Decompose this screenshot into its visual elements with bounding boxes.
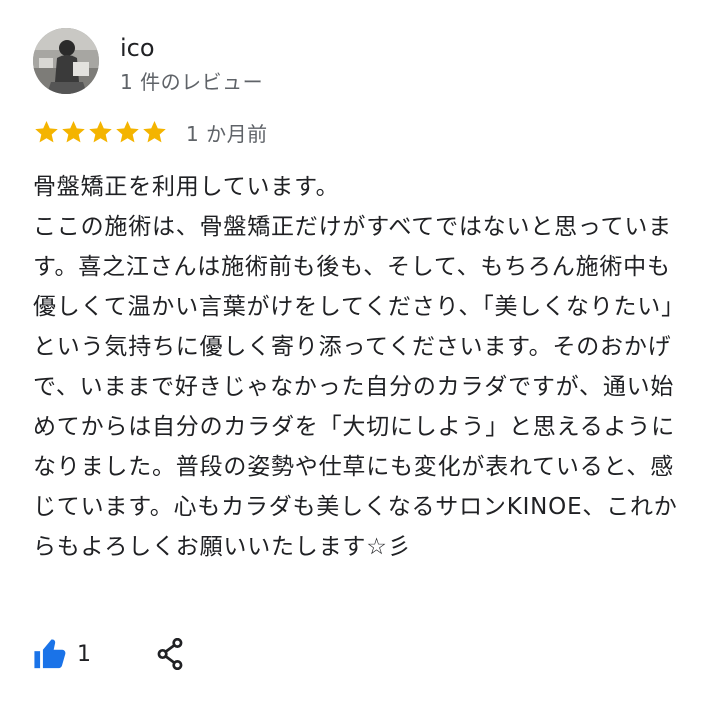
thumbs-up-icon	[34, 639, 66, 669]
profile-photo	[33, 28, 99, 94]
reviewer-name[interactable]: ico	[120, 33, 155, 63]
review-actions: 1	[33, 636, 185, 672]
like-button[interactable]: 1	[33, 638, 91, 670]
review-card: ico 1 件のレビュー 1 か月前 骨盤矯正を利用しています。 ここの施術は、…	[0, 0, 720, 719]
star-icon	[60, 119, 87, 146]
review-date: 1 か月前	[186, 121, 268, 146]
star-rating	[33, 119, 168, 146]
review-count: 1 件のレビュー	[120, 70, 264, 94]
review-text: 骨盤矯正を利用しています。 ここの施術は、骨盤矯正だけがすべてではないと思ってい…	[33, 174, 678, 560]
star-icon	[141, 119, 168, 146]
star-icon	[87, 119, 114, 146]
avatar[interactable]	[33, 28, 99, 94]
star-icon	[33, 119, 60, 146]
share-button[interactable]	[155, 638, 185, 670]
share-icon	[157, 638, 183, 670]
like-count: 1	[77, 641, 91, 667]
star-icon	[114, 119, 141, 146]
rating-row: 1 か月前	[33, 115, 268, 149]
